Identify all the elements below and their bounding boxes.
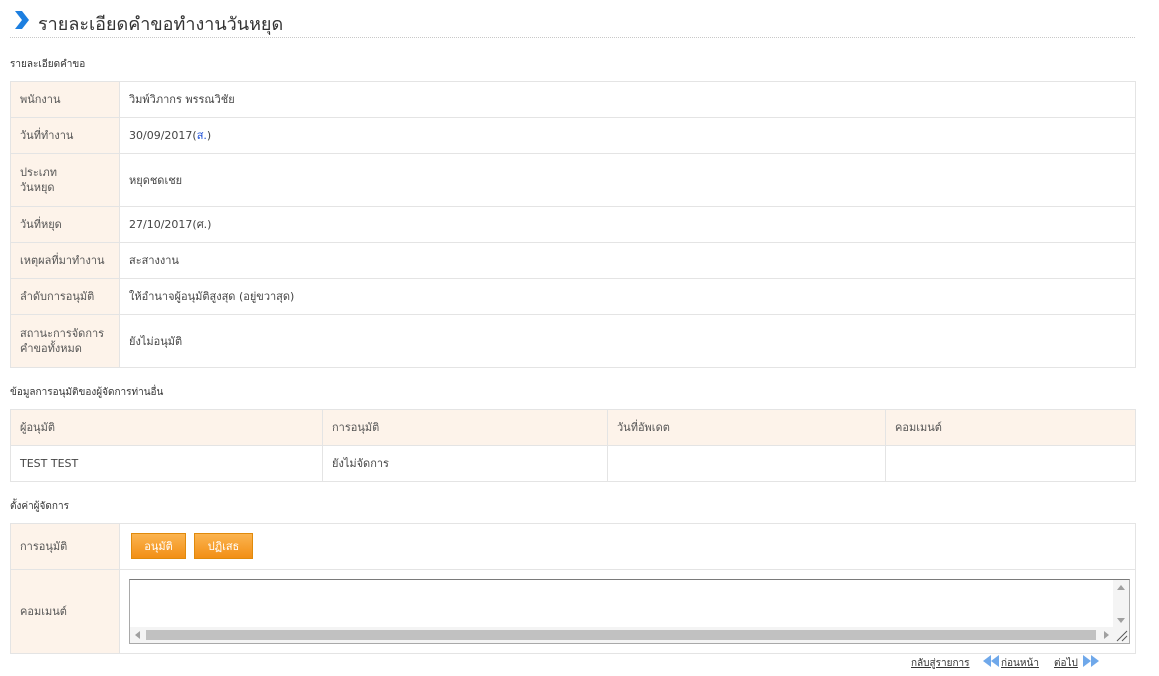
column-header-approver: ผู้อนุมัติ — [10, 409, 323, 446]
detail-label: เหตุผลที่มาทำงาน — [10, 242, 120, 279]
detail-row-status: สถานะการจัดการคำขอทั้งหมด ยังไม่อนุมัติ — [10, 314, 1136, 368]
detail-label-line1: สถานะการจัดการ — [20, 327, 105, 340]
work-date-day: ส. — [196, 129, 207, 142]
scroll-right-icon[interactable] — [1104, 631, 1109, 639]
comment-textarea-wrapper — [129, 579, 1130, 644]
settings-section-label: ตั้งค่าผู้จัดการ — [10, 501, 69, 512]
detail-value: 30/09/2017(ส.) — [119, 117, 1136, 154]
vertical-scrollbar[interactable] — [1113, 580, 1129, 628]
previous-arrow-icon[interactable] — [983, 655, 999, 667]
approvers-header-row: ผู้อนุมัติ การอนุมัติ วันที่อัพเดต คอมเม… — [10, 409, 1136, 446]
approve-button[interactable]: อนุมัติ — [131, 533, 186, 559]
cell-approval-status: ยังไม่จัดการ — [322, 445, 608, 482]
detail-label: ลำดับการอนุมัติ — [10, 278, 120, 315]
detail-row-work-date: วันที่ทำงาน 30/09/2017(ส.) — [10, 117, 1136, 154]
detail-value: วิมพ์วิภากร พรรณวิชัย — [119, 81, 1136, 118]
table-row: TEST TEST ยังไม่จัดการ — [10, 445, 1136, 482]
work-date-suffix: ) — [206, 129, 212, 142]
cell-comment — [885, 445, 1136, 482]
detail-row-holiday-date: วันที่หยุด 27/10/2017(ศ.) — [10, 206, 1136, 243]
detail-label-line2: วันหยุด — [20, 181, 55, 194]
detail-value: สะสางงาน — [119, 242, 1136, 279]
detail-label-line2: คำขอทั้งหมด — [20, 342, 82, 355]
scroll-up-icon[interactable] — [1117, 585, 1125, 590]
details-table: พนักงาน วิมพ์วิภากร พรรณวิชัย วันที่ทำงา… — [10, 81, 1136, 368]
approval-actions-cell — [119, 523, 1136, 570]
detail-value: หยุดชดเชย — [119, 153, 1136, 207]
detail-label: วันที่หยุด — [10, 206, 120, 243]
comment-label: คอมเมนต์ — [10, 569, 120, 654]
column-header-comment: คอมเมนต์ — [885, 409, 1136, 446]
cell-approver: TEST TEST — [10, 445, 323, 482]
approvers-section-label: ข้อมูลการอนุมัติของผู้จัดการท่านอื่น — [10, 387, 164, 398]
cell-updated-date — [607, 445, 886, 482]
column-header-approval: การอนุมัติ — [322, 409, 608, 446]
page-header: รายละเอียดคำขอทำงานวันหยุด — [10, 6, 1135, 38]
chevron-right-icon — [15, 11, 29, 29]
detail-value: 27/10/2017(ศ.) — [119, 206, 1136, 243]
horizontal-scroll-thumb[interactable] — [146, 630, 1096, 640]
detail-label-line1: ประเภท — [20, 166, 58, 179]
next-arrow-icon[interactable] — [1083, 655, 1099, 667]
scroll-left-icon[interactable] — [135, 631, 140, 639]
approval-label: การอนุมัติ — [10, 523, 120, 570]
detail-label: สถานะการจัดการคำขอทั้งหมด — [10, 314, 120, 368]
details-section-label: รายละเอียดคำขอ — [10, 59, 86, 70]
scroll-down-icon[interactable] — [1117, 618, 1125, 623]
detail-value: ให้อำนาจผู้อนุมัติสูงสุด (อยู่ขวาสุด) — [119, 278, 1136, 315]
detail-row-holiday-type: ประเภทวันหยุด หยุดชดเชย — [10, 153, 1136, 207]
next-link[interactable]: ต่อไป — [1054, 656, 1078, 671]
back-to-list-link[interactable]: กลับสู่รายการ — [911, 656, 970, 671]
horizontal-scrollbar[interactable] — [130, 627, 1114, 643]
resize-grip-icon[interactable] — [1113, 627, 1129, 643]
detail-label: ประเภทวันหยุด — [10, 153, 120, 207]
page: รายละเอียดคำขอทำงานวันหยุด รายละเอียดคำข… — [0, 0, 1159, 676]
detail-label: วันที่ทำงาน — [10, 117, 120, 154]
detail-row-employee: พนักงาน วิมพ์วิภากร พรรณวิชัย — [10, 81, 1136, 118]
detail-row-approval-order: ลำดับการอนุมัติ ให้อำนาจผู้อนุมัติสูงสุด… — [10, 278, 1136, 315]
column-header-updated: วันที่อัพเดต — [607, 409, 886, 446]
detail-value: ยังไม่อนุมัติ — [119, 314, 1136, 368]
page-title: รายละเอียดคำขอทำงานวันหยุด — [38, 14, 284, 35]
previous-link[interactable]: ก่อนหน้า — [1001, 656, 1039, 671]
approvers-table: ผู้อนุมัติ การอนุมัติ วันที่อัพเดต คอมเม… — [10, 409, 1136, 482]
detail-label: พนักงาน — [10, 81, 120, 118]
detail-row-reason: เหตุผลที่มาทำงาน สะสางงาน — [10, 242, 1136, 279]
work-date-text: 30/09/2017( — [129, 129, 197, 142]
reject-button[interactable]: ปฏิเสธ — [194, 533, 253, 559]
comment-textarea[interactable] — [130, 580, 1114, 628]
